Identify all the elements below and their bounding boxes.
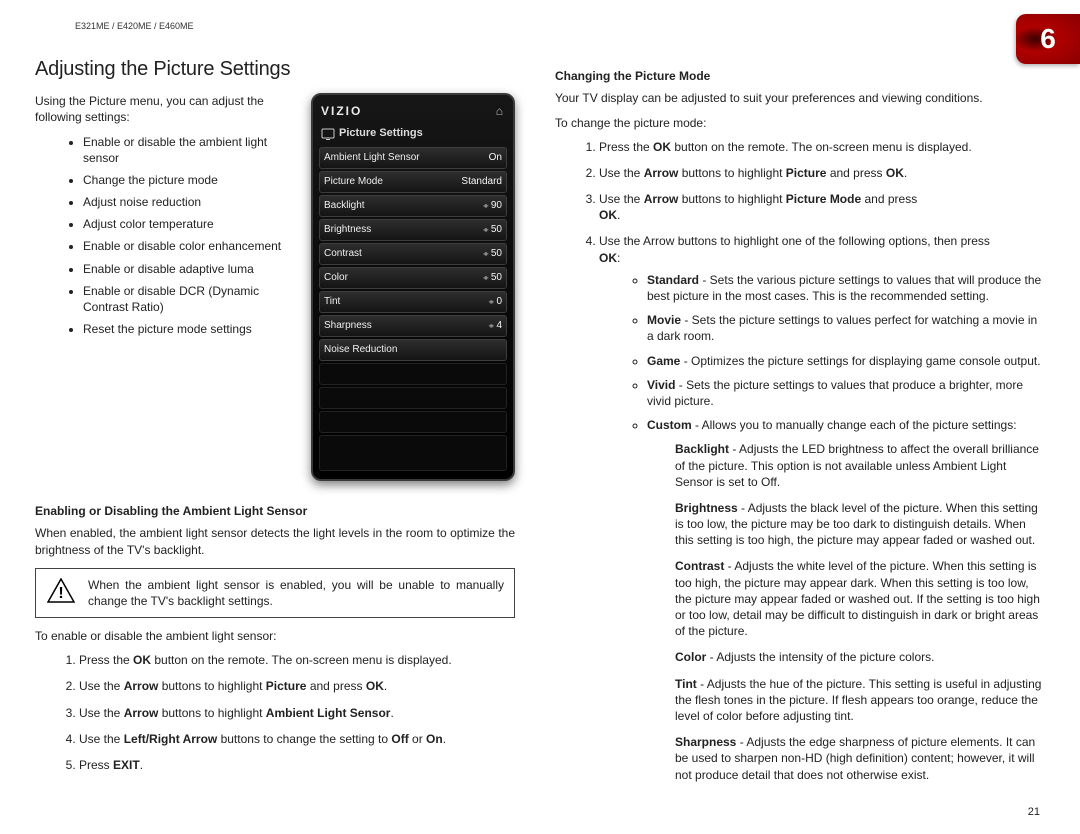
step: Press EXIT. bbox=[79, 757, 515, 773]
als-lead: To enable or disable the ambient light s… bbox=[35, 628, 515, 644]
step: Use the Arrow buttons to highlight Ambie… bbox=[79, 705, 515, 721]
osd-row: Tint◂▸0 bbox=[319, 291, 507, 313]
custom-sub: Color - Adjusts the intensity of the pic… bbox=[675, 649, 1045, 665]
arrows-icon: ◂▸ bbox=[340, 297, 496, 308]
custom-sub: Backlight - Adjusts the LED brightness t… bbox=[675, 441, 1045, 490]
chapter-tab: 6 bbox=[1016, 14, 1080, 64]
option: Custom - Allows you to manually change e… bbox=[647, 417, 1045, 433]
option: Vivid - Sets the picture settings to val… bbox=[647, 377, 1045, 409]
osd-brand: VIZIO bbox=[321, 103, 362, 119]
step: Press the OK button on the remote. The o… bbox=[599, 139, 1045, 155]
osd-row: Sharpness◂▸4 bbox=[319, 315, 507, 337]
mode-options: Standard - Sets the various picture sett… bbox=[599, 272, 1045, 434]
osd-row: Color◂▸50 bbox=[319, 267, 507, 289]
osd-blank bbox=[319, 411, 507, 433]
osd-row: Backlight◂▸90 bbox=[319, 195, 507, 217]
osd-blank bbox=[319, 435, 507, 471]
right-column: Changing the Picture Mode Your TV displa… bbox=[555, 56, 1045, 793]
warning-box: ! When the ambient light sensor is enabl… bbox=[35, 568, 515, 618]
section-title: Adjusting the Picture Settings bbox=[35, 56, 515, 83]
left-column: Adjusting the Picture Settings VIZIO ⌂ P… bbox=[35, 56, 515, 793]
option: Standard - Sets the various picture sett… bbox=[647, 272, 1045, 304]
subhead-als: Enabling or Disabling the Ambient Light … bbox=[35, 503, 515, 519]
osd-row: Noise Reduction bbox=[319, 339, 507, 361]
custom-sub: Contrast - Adjusts the white level of th… bbox=[675, 558, 1045, 639]
picture-settings-icon bbox=[321, 127, 335, 141]
step: Use the Arrow buttons to highlight Pictu… bbox=[599, 191, 1045, 223]
osd-blank bbox=[319, 363, 507, 385]
osd-title: Picture Settings bbox=[339, 126, 423, 141]
step: Use the Arrow buttons to highlight Pictu… bbox=[79, 678, 515, 694]
als-paragraph: When enabled, the ambient light sensor d… bbox=[35, 525, 515, 557]
arrows-icon: ◂▸ bbox=[362, 249, 491, 260]
picmode-lead: To change the picture mode: bbox=[555, 115, 1045, 131]
subhead-picmode: Changing the Picture Mode bbox=[555, 68, 1045, 84]
custom-sub: Brightness - Adjusts the black level of … bbox=[675, 500, 1045, 549]
step: Press the OK button on the remote. The o… bbox=[79, 652, 515, 668]
step: Use the Left/Right Arrow buttons to chan… bbox=[79, 731, 515, 747]
custom-sub: Tint - Adjusts the hue of the picture. T… bbox=[675, 676, 1045, 725]
picmode-steps: Press the OK button on the remote. The o… bbox=[555, 139, 1045, 783]
osd-row: Contrast◂▸50 bbox=[319, 243, 507, 265]
svg-text:!: ! bbox=[58, 585, 63, 602]
arrows-icon: ◂▸ bbox=[365, 201, 491, 212]
osd-row: Brightness◂▸50 bbox=[319, 219, 507, 241]
step: Use the Arrow buttons to highlight one o… bbox=[599, 233, 1045, 782]
step: Use the Arrow buttons to highlight Pictu… bbox=[599, 165, 1045, 181]
als-steps: Press the OK button on the remote. The o… bbox=[35, 652, 515, 773]
warning-icon: ! bbox=[46, 578, 76, 608]
option: Game - Optimizes the picture settings fo… bbox=[647, 353, 1045, 369]
option: Movie - Sets the picture settings to val… bbox=[647, 312, 1045, 344]
custom-sub: Sharpness - Adjusts the edge sharpness o… bbox=[675, 734, 1045, 783]
picmode-intro: Your TV display can be adjusted to suit … bbox=[555, 90, 1045, 106]
arrows-icon: ◂▸ bbox=[371, 225, 491, 236]
page-number: 21 bbox=[1028, 805, 1040, 820]
warning-text: When the ambient light sensor is enabled… bbox=[88, 577, 504, 609]
osd-row: Picture ModeStandard bbox=[319, 171, 507, 193]
arrows-icon: ◂▸ bbox=[348, 273, 491, 284]
arrows-icon: ◂▸ bbox=[372, 321, 497, 332]
header-model: E321ME / E420ME / E460ME bbox=[75, 20, 1045, 32]
home-icon: ⌂ bbox=[496, 103, 503, 119]
osd-row: Ambient Light SensorOn bbox=[319, 147, 507, 169]
osd-menu: VIZIO ⌂ Picture Settings Ambient Light S… bbox=[311, 93, 515, 481]
osd-blank bbox=[319, 387, 507, 409]
